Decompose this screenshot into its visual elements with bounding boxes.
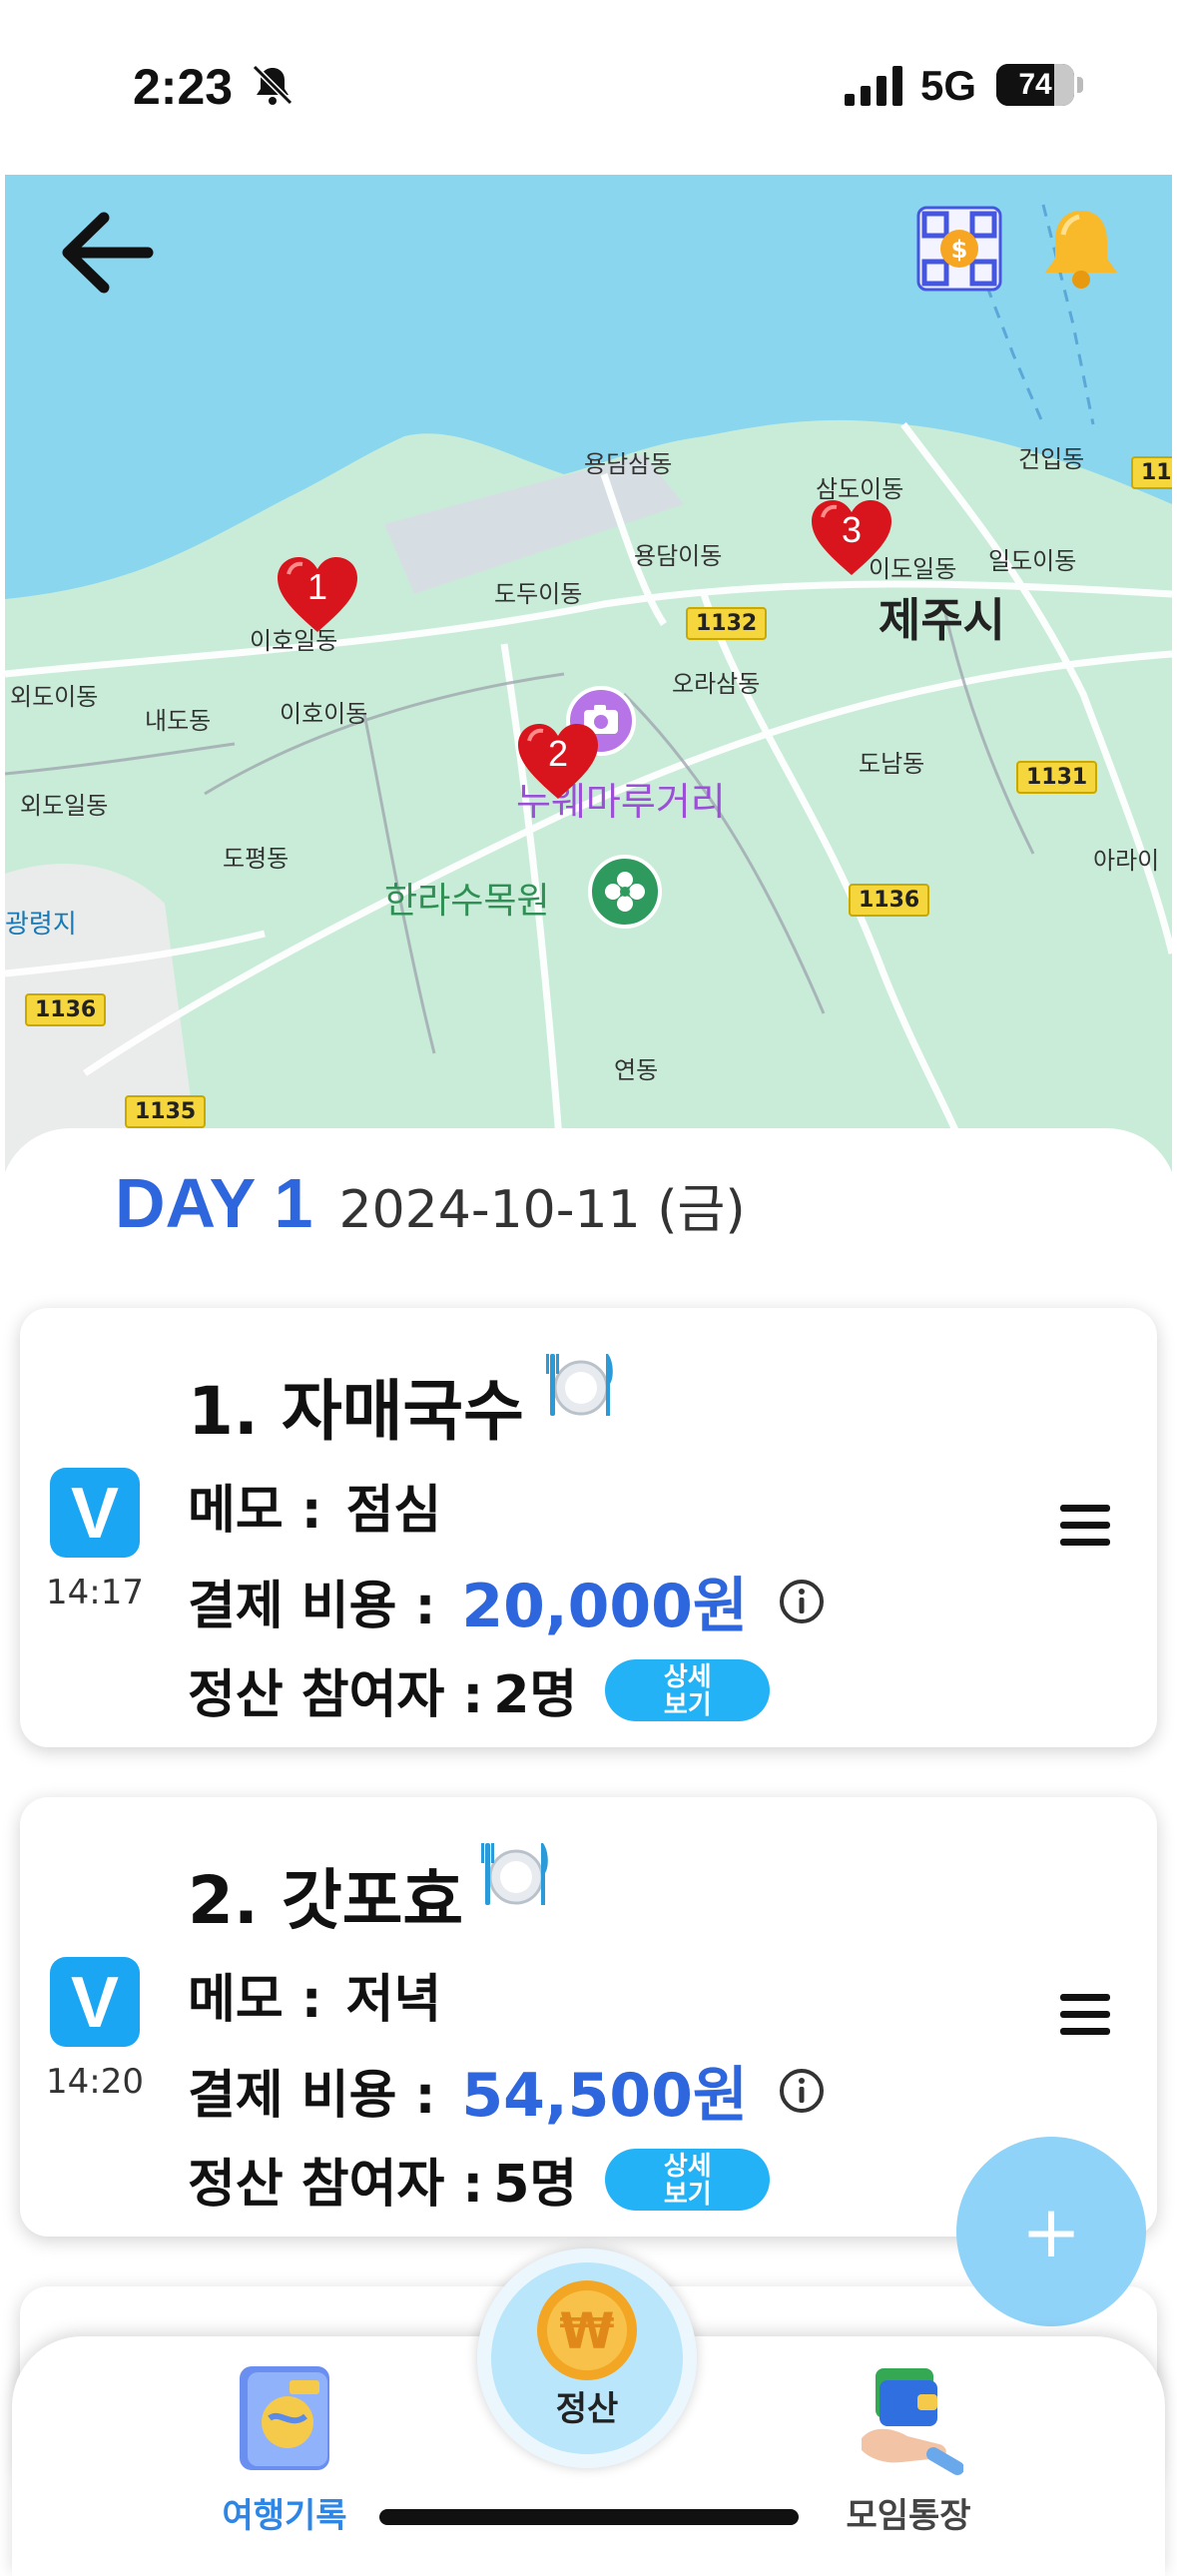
participants-count: 5명 <box>493 2155 578 2215</box>
map-label: 아라이 <box>1093 847 1160 875</box>
cost-row: 결제 비용 : 20,000원 <box>188 1558 826 1644</box>
status-bar: 2:23 5G 74 <box>0 0 1177 175</box>
map-label: 외도일동 <box>20 792 109 820</box>
day-header: DAY 1 2024-10-11 (금) <box>115 1163 746 1243</box>
route-sign: 1136 <box>25 993 107 1026</box>
memo-row: 메모 : 점심 <box>188 1468 441 1543</box>
qr-payment-icon[interactable]: $ <box>916 206 1002 292</box>
participants-row: 정산 참여자 : 2명 상세 보기 <box>188 1652 771 1727</box>
flower-poi-icon[interactable] <box>587 854 663 930</box>
nav-label-record: 여행기록 <box>222 2496 347 2536</box>
map-label: 이호이동 <box>280 700 368 728</box>
map-pin[interactable]: 1 <box>275 554 360 640</box>
battery-icon: 74 <box>996 64 1074 106</box>
settle-button[interactable]: ₩ 정산 <box>477 2249 697 2468</box>
cost-amount: 54,500원 <box>461 2061 749 2131</box>
pin-number: 2 <box>547 733 569 774</box>
pin-number: 1 <box>306 566 328 607</box>
map-view[interactable]: 용담삼동 삼도이동 건입동 용담이동 도두이동 이도일동 일도이동 제주시 이호… <box>5 175 1172 1203</box>
status-time: 2:23 <box>133 59 234 115</box>
map-pin[interactable]: 2 <box>515 721 601 807</box>
home-indicator <box>379 2509 799 2525</box>
map-label-city: 제주시 <box>879 593 1005 647</box>
travel-book-icon <box>240 2366 329 2470</box>
dish-icon <box>481 1843 548 1905</box>
route-sign: 1136 <box>849 884 930 917</box>
memo-value: 저녁 <box>345 1970 442 2030</box>
dish-icon <box>546 1354 613 1416</box>
nav-group-account[interactable]: 모임통장 <box>814 2358 1003 2537</box>
memo-label: 메모 : <box>188 1970 322 2030</box>
cost-row: 결제 비용 : 54,500원 <box>188 2047 826 2134</box>
cost-amount: 20,000원 <box>461 1572 749 1641</box>
route-sign: 1131 <box>1016 761 1098 794</box>
info-icon[interactable] <box>778 1578 826 1625</box>
verified-badge: V <box>50 1957 140 2047</box>
drag-handle-icon[interactable] <box>1058 1992 1112 2038</box>
participants-label: 정산 참여자 : <box>188 2155 484 2215</box>
view-detail-button[interactable]: 상세 보기 <box>605 1658 771 1721</box>
verified-badge: V <box>50 1468 140 1558</box>
info-icon[interactable] <box>778 2067 826 2115</box>
route-sign: 11 <box>1131 456 1172 489</box>
map-label: 도남동 <box>859 750 925 778</box>
add-record-button[interactable]: + <box>956 2137 1146 2326</box>
network-type: 5G <box>920 62 977 109</box>
map-label: 내도동 <box>145 707 212 735</box>
record-card[interactable]: 1. 자매국수 V 14:17 메모 : 점심 결제 비용 : 20,000원 … <box>20 1308 1157 1747</box>
map-label: 일도이동 <box>988 547 1077 575</box>
signal-icon <box>845 66 902 106</box>
svg-text:₩: ₩ <box>559 2302 614 2360</box>
map-label: 광령지 <box>5 910 77 940</box>
nav-travel-record[interactable]: 여행기록 <box>190 2358 379 2537</box>
map-label: 건입동 <box>1018 445 1085 473</box>
route-sign: 1135 <box>125 1095 207 1128</box>
cost-label: 결제 비용 : <box>188 1577 436 1636</box>
map-label: 도두이동 <box>494 580 583 608</box>
record-time: 14:20 <box>46 2062 144 2102</box>
route-sign: 1132 <box>686 607 768 640</box>
map-label: 용담이동 <box>634 542 723 570</box>
drag-handle-icon[interactable] <box>1058 1503 1112 1549</box>
pin-number: 3 <box>841 509 863 550</box>
nav-label-settle: 정산 <box>555 2389 619 2429</box>
record-title: 2. 갓포효 <box>188 1862 464 1939</box>
map-label: 외도이동 <box>10 683 99 711</box>
map-label: 도평동 <box>223 845 290 873</box>
nav-label-wallet: 모임통장 <box>846 2496 971 2536</box>
memo-label: 메모 : <box>188 1481 322 1541</box>
battery-level: 74 <box>1018 68 1052 101</box>
svg-text:$: $ <box>951 236 968 264</box>
map-label: 용담삼동 <box>584 450 673 478</box>
won-coin-icon: ₩ <box>537 2280 637 2380</box>
bell-off-icon <box>252 64 294 106</box>
back-arrow-icon[interactable] <box>58 210 154 296</box>
map-label: 오라삼동 <box>672 670 761 698</box>
memo-row: 메모 : 저녁 <box>188 1957 441 2032</box>
participants-count: 2명 <box>493 1665 578 1725</box>
plus-icon: + <box>1020 2190 1082 2273</box>
participants-row: 정산 참여자 : 5명 상세 보기 <box>188 2142 771 2217</box>
map-label-poi: 한라수목원 <box>384 881 550 922</box>
notification-bell-icon[interactable] <box>1041 205 1121 291</box>
record-title: 1. 자매국수 <box>188 1373 524 1450</box>
participants-label: 정산 참여자 : <box>188 1665 484 1725</box>
cost-label: 결제 비용 : <box>188 2066 436 2126</box>
battery-tip <box>1077 77 1083 93</box>
view-detail-button[interactable]: 상세 보기 <box>605 2148 771 2211</box>
wallet-hand-icon <box>862 2368 964 2475</box>
map-pin[interactable]: 3 <box>809 497 894 583</box>
memo-value: 점심 <box>345 1481 442 1541</box>
map-label: 연동 <box>614 1056 659 1084</box>
record-time: 14:17 <box>46 1573 144 1612</box>
day-label: DAY 1 <box>115 1164 313 1242</box>
day-date: 2024-10-11 (금) <box>338 1180 746 1240</box>
